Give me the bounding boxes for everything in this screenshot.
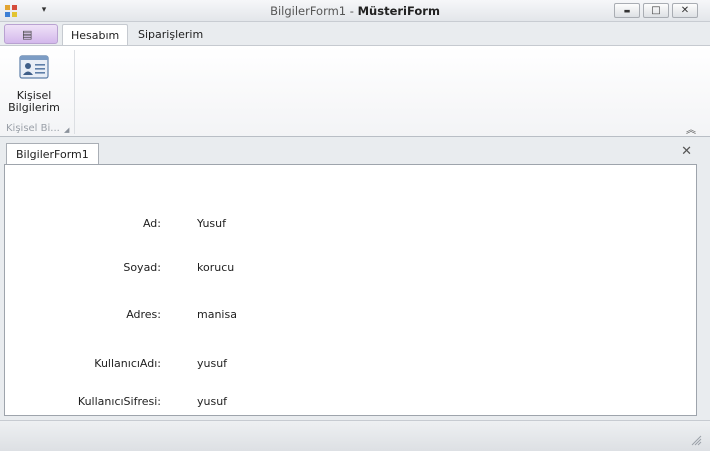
application-menu-button[interactable]: ▤ <box>4 24 58 44</box>
window-title-main: MüsteriForm <box>357 4 440 18</box>
kisisel-bilgilerim-label: Kişisel Bilgilerim <box>6 90 62 114</box>
maximize-icon: □ <box>651 5 661 16</box>
contact-card-icon <box>19 55 49 79</box>
close-icon: ✕ <box>680 5 690 16</box>
maximize-button[interactable]: □ <box>643 3 669 18</box>
tab-siparislerim[interactable]: Siparişlerim <box>130 24 211 45</box>
kullanici-adi-value: yusuf <box>197 357 228 370</box>
title-bar: ▾ BilgilerForm1 - MüsteriForm ▬ □ ✕ <box>0 0 710 22</box>
minimize-icon: ▬ <box>623 7 631 15</box>
kullanici-adi-label: KullanıcıAdı: <box>94 357 161 370</box>
close-button[interactable]: ✕ <box>672 3 698 18</box>
soyad-value: korucu <box>197 261 235 274</box>
kullanici-sifresi-label: KullanıcıSifresi: <box>77 395 161 408</box>
soyad-label: Soyad: <box>123 261 161 274</box>
kisisel-bilgilerim-button[interactable]: Kişisel Bilgilerim <box>6 52 62 118</box>
ad-value: Yusuf <box>197 217 227 230</box>
ribbon-group-label: Kişisel Bi... <box>6 123 60 134</box>
ad-label: Ad: <box>142 217 161 230</box>
kullanici-sifresi-value: yusuf <box>197 395 228 408</box>
tab-hesabim[interactable]: Hesabım <box>62 24 129 45</box>
document-area: BilgilerForm1 ✕ Ad: Yusuf Soyad: korucu … <box>0 137 710 420</box>
ribbon-panel: Kişisel Bilgilerim Kişisel Bi... ◢ ︽ <box>0 45 710 137</box>
minimize-button[interactable]: ▬ <box>614 3 640 18</box>
group-launcher-icon[interactable]: ◢ <box>64 126 69 134</box>
resize-grip-icon[interactable] <box>691 435 702 446</box>
window-title: BilgilerForm1 - MüsteriForm <box>0 4 710 18</box>
window-title-prefix: BilgilerForm1 - <box>270 4 358 18</box>
adres-value: manisa <box>197 308 237 321</box>
document-tab[interactable]: BilgilerForm1 <box>6 143 99 164</box>
ribbon-tabs: ▤ Hesabım Siparişlerim <box>0 22 710 45</box>
collapse-ribbon-icon[interactable]: ︽ <box>686 121 696 136</box>
application-menu-icon: ▤ <box>22 28 33 41</box>
status-bar <box>0 420 710 451</box>
bilgiler-form-panel: Ad: Yusuf Soyad: korucu Adres: manisa Ku… <box>4 164 697 416</box>
group-divider <box>74 50 75 134</box>
adres-label: Adres: <box>126 308 161 321</box>
button-label-line2: Bilgilerim <box>8 101 60 114</box>
document-close-icon[interactable]: ✕ <box>681 144 692 159</box>
